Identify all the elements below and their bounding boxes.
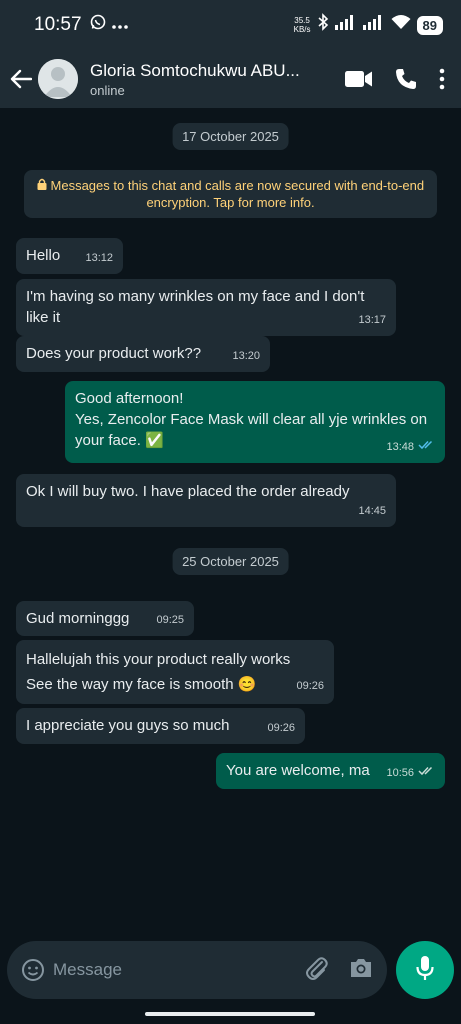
message-text-line: Good afternoon! [75, 390, 184, 407]
message-text-line: Hallelujah this your product really work… [26, 651, 291, 668]
chat-area[interactable]: 17 October 2025 Messages to this chat an… [0, 108, 461, 938]
mic-button[interactable] [396, 941, 454, 999]
emoji-icon[interactable] [21, 958, 45, 982]
more-vert-icon[interactable] [439, 68, 445, 90]
phone-icon[interactable] [395, 68, 417, 90]
whatsapp-icon [90, 14, 106, 36]
message-text: I appreciate you guys so much [26, 717, 230, 734]
message-time: 13:48 [386, 441, 414, 453]
mic-icon [416, 955, 434, 986]
date-pill: 17 October 2025 [172, 123, 289, 150]
status-time: 10:57 [34, 14, 82, 35]
home-indicator[interactable] [145, 1012, 315, 1016]
message-bubble[interactable]: I appreciate you guys so much 09:26 [16, 708, 305, 744]
bluetooth-icon [317, 13, 329, 37]
message-text-line: Yes, Zencolor Face Mask will clear all y… [75, 411, 428, 428]
signal-icon [334, 14, 357, 36]
message-bubble-outgoing[interactable]: You are welcome, ma 10:56 [216, 753, 445, 789]
message-time: 13:20 [232, 350, 260, 362]
message-text: Gud morninggg [26, 610, 130, 627]
date-pill: 25 October 2025 [172, 548, 289, 575]
message-bubble-outgoing[interactable]: Good afternoon! Yes, Zencolor Face Mask … [65, 381, 445, 463]
read-ticks-icon [418, 437, 435, 458]
composer [7, 941, 387, 999]
message-bubble[interactable]: Hallelujah this your product really work… [16, 640, 334, 704]
message-text: I'm having so many wrinkles on my face a… [26, 288, 365, 326]
net-speed: 35.5 KB/s [293, 16, 311, 34]
message-time: 13:17 [358, 314, 386, 326]
camera-icon[interactable] [349, 957, 373, 984]
message-bubble[interactable]: Gud morninggg 09:25 [16, 601, 194, 636]
message-time: 09:26 [296, 680, 324, 692]
message-text-line: See the way my face is smooth 😊 [26, 676, 257, 693]
wifi-icon [391, 14, 411, 36]
chat-header: Gloria Somtochukwu ABU... online [0, 50, 461, 108]
message-bubble[interactable]: Hello 13:12 [16, 238, 123, 274]
message-text-line: your face. ✅ [75, 432, 164, 449]
attach-icon[interactable] [305, 955, 329, 986]
contact-status: online [90, 82, 125, 98]
message-bubble[interactable]: Does your product work?? 13:20 [16, 336, 270, 372]
encryption-notice-text: Messages to this chat and calls are now … [50, 178, 425, 210]
message-time-wrap: 10:56 [386, 763, 435, 784]
back-arrow-icon[interactable] [8, 66, 34, 92]
signal-icon-2 [362, 14, 385, 36]
avatar[interactable] [38, 59, 78, 99]
battery-icon: 89 [416, 15, 443, 35]
message-time: 10:56 [386, 767, 414, 779]
contact-info[interactable]: Gloria Somtochukwu ABU... online [90, 61, 345, 98]
more-dots-icon [111, 14, 128, 36]
message-time: 14:45 [358, 505, 386, 517]
status-bar: 10:57 35.5 KB/s 89 [0, 0, 461, 50]
message-time: 09:26 [267, 722, 295, 734]
message-bubble[interactable]: I'm having so many wrinkles on my face a… [16, 279, 396, 336]
contact-name: Gloria Somtochukwu ABU... [90, 60, 300, 80]
message-text: Hello [26, 247, 61, 264]
video-call-icon[interactable] [345, 70, 373, 88]
message-bubble[interactable]: Ok I will buy two. I have placed the ord… [16, 474, 396, 527]
delivered-ticks-icon [418, 763, 435, 784]
message-time: 09:25 [156, 614, 184, 626]
message-time: 13:12 [85, 252, 113, 264]
message-text: You are welcome, ma [226, 762, 370, 779]
lock-icon [37, 178, 47, 193]
message-text: Ok I will buy two. I have placed the ord… [26, 483, 350, 500]
message-input[interactable] [53, 960, 305, 980]
message-time-wrap: 13:48 [386, 437, 435, 458]
encryption-notice[interactable]: Messages to this chat and calls are now … [24, 170, 437, 218]
message-text: Does your product work?? [26, 345, 202, 362]
